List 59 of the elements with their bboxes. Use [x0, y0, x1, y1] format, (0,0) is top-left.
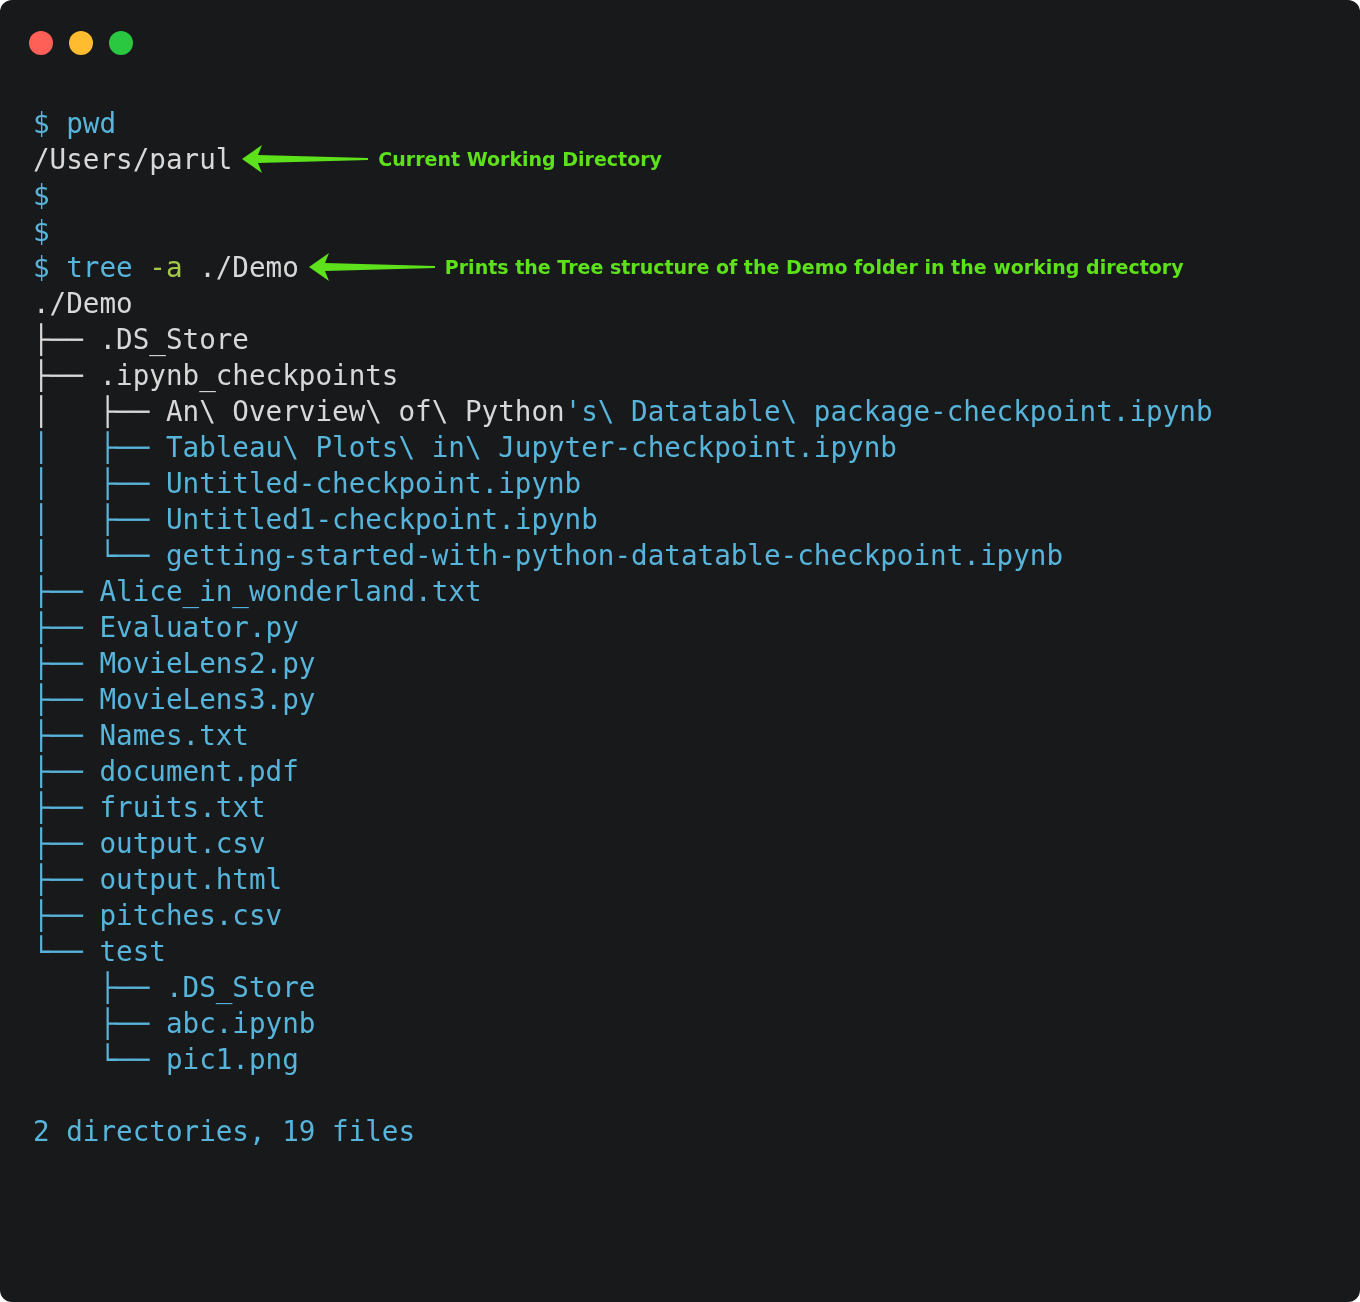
command-text: $ pwd — [33, 106, 117, 140]
output-text: output.html — [99, 862, 283, 896]
tree-branch: ├── — [33, 790, 85, 824]
output-text: .ipynb_checkpoints — [99, 358, 399, 392]
summary-text: 2 directories, 19 files — [33, 1113, 417, 1149]
tree-branch: │ ├── — [33, 394, 151, 428]
tree-branch: │ ├── — [33, 502, 151, 536]
command-argument: ./Demo — [198, 250, 299, 284]
window-control-button[interactable] — [109, 31, 133, 55]
window-control-button[interactable] — [69, 31, 93, 55]
output-text: abc.ipynb — [165, 1006, 316, 1040]
tree-branch: ├── — [33, 718, 85, 752]
command-text: $ tree — [33, 250, 133, 284]
tree-branch: ├── — [33, 610, 85, 644]
output-text: Evaluator.py — [99, 610, 299, 644]
output-text: document.pdf — [99, 754, 299, 788]
output-text: .DS_Store — [99, 322, 249, 356]
prompt-symbol: $ — [33, 178, 50, 212]
tree-branch: ├── — [33, 754, 85, 788]
tree-branch: ├── — [33, 322, 85, 356]
tree-branch: └── — [98, 1042, 151, 1076]
tree-branch: └── — [33, 934, 85, 968]
output-text: Untitled1-checkpoint.ipynb — [165, 502, 598, 536]
tree-branch: ├── — [33, 826, 85, 860]
output-text: pitches.csv — [99, 898, 283, 932]
output-text: MovieLens2.py — [99, 646, 316, 680]
output-text: pic1.png — [165, 1042, 299, 1076]
prompt-symbol: $ — [33, 214, 50, 248]
annotation-label: Current Working Directory — [378, 148, 662, 170]
tree-branch: ├── — [33, 358, 85, 392]
output-text: getting-started-with-python-datatable-checkpoint.ipynb — [165, 538, 1063, 572]
output-text: 's\ Datatable\ package-checkpoint.ipynb — [564, 394, 1213, 428]
output-text: ./Demo — [33, 286, 133, 320]
window-control-button[interactable] — [29, 31, 53, 55]
tree-branch: ├── — [33, 574, 85, 608]
output-text: MovieLens3.py — [99, 682, 316, 716]
tree-branch: ├── — [33, 682, 85, 716]
output-text: Names.txt — [99, 718, 249, 752]
tree-branch: │ └── — [33, 538, 151, 572]
tree-branch: ├── — [33, 898, 85, 932]
output-text: fruits.txt — [99, 790, 266, 824]
tree-branch: ├── — [33, 646, 85, 680]
tree-branch: ├── — [98, 1006, 151, 1040]
arrow-icon — [242, 145, 369, 173]
tree-branch: │ ├── — [33, 430, 151, 464]
tree-branch: ├── — [98, 970, 151, 1004]
tree-branch: │ ├── — [33, 466, 151, 500]
output-text: output.csv — [99, 826, 266, 860]
output-text: test — [99, 934, 166, 968]
output-text: Alice_in_wonderland.txt — [99, 574, 482, 608]
output-text: .DS_Store — [165, 970, 316, 1004]
output-text: Tableau\ Plots\ in\ Jupyter-checkpoint.ipynb — [165, 430, 897, 464]
output-text: An\ Overview\ of\ Python — [165, 394, 565, 428]
flag-text: -a — [148, 250, 183, 284]
arrow-icon — [308, 253, 435, 281]
output-text: Untitled-checkpoint.ipynb — [165, 466, 582, 500]
output-text: /Users/parul — [33, 142, 233, 176]
annotation-label: Prints the Tree structure of the Demo folder in the working directory — [444, 256, 1184, 278]
tree-branch: ├── — [33, 862, 85, 896]
